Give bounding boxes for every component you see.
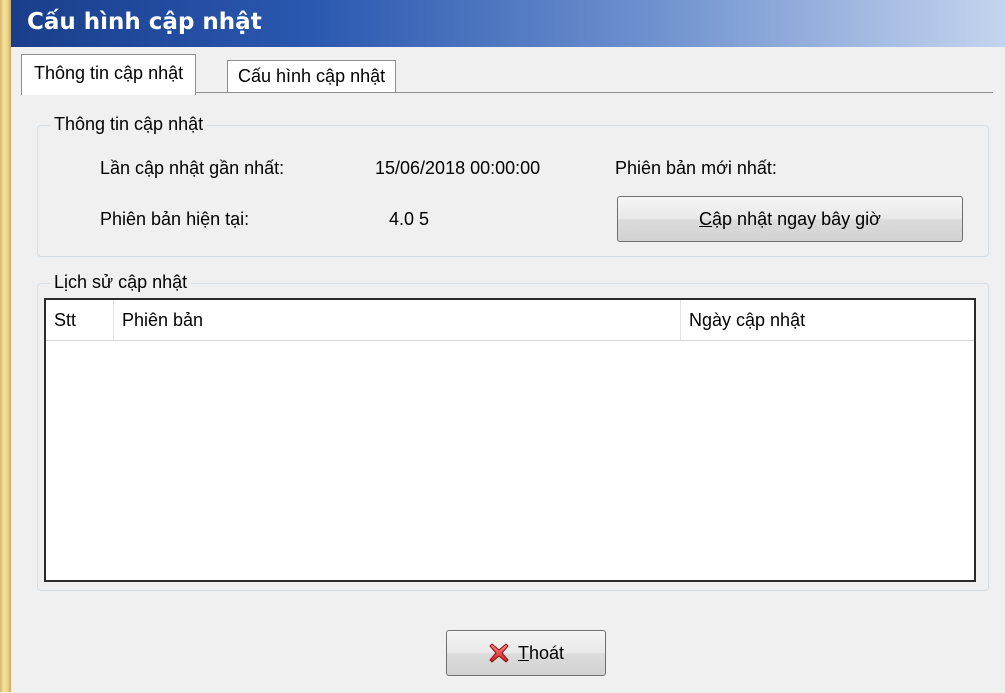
update-history-group: Lịch sử cập nhật Stt Phiên bản Ngày cập …: [37, 272, 989, 591]
column-header-version[interactable]: Phiên bản: [114, 300, 681, 340]
column-header-update-date[interactable]: Ngày cập nhật: [681, 300, 974, 340]
update-history-group-title: Lịch sử cập nhật: [50, 272, 192, 293]
tab-panel-update-info: Thông tin cập nhật Lần cập nhật gần nhất…: [21, 92, 993, 693]
current-version-label: Phiên bản hiện tại:: [100, 209, 250, 229]
title-bar[interactable]: Cấu hình cập nhật: [11, 0, 1005, 47]
update-history-list[interactable]: Stt Phiên bản Ngày cập nhật: [44, 298, 976, 582]
current-version-value: 4.0 5: [389, 209, 430, 229]
list-header: Stt Phiên bản Ngày cập nhật: [46, 300, 974, 341]
column-header-stt[interactable]: Stt: [46, 300, 114, 340]
latest-version-label: Phiên bản mới nhất:: [615, 158, 777, 178]
last-update-value: 15/06/2018 00:00:00: [375, 158, 541, 178]
update-now-button-label: Cập nhật ngay bây giờ: [699, 208, 881, 229]
window-title: Cấu hình cập nhật: [27, 9, 262, 35]
list-body: [46, 341, 974, 580]
update-config-window: Cấu hình cập nhật Thông tin cập nhật Cấu…: [11, 0, 1005, 693]
last-update-label: Lần cập nhật gần nhất:: [100, 158, 285, 178]
update-now-button[interactable]: Cập nhật ngay bây giờ: [617, 196, 963, 242]
close-icon: [488, 642, 510, 664]
exit-button-label: Thoát: [517, 642, 565, 663]
window-frame-edge: [0, 0, 11, 692]
update-info-group-title: Thông tin cập nhật: [50, 114, 208, 135]
tab-update-config[interactable]: Cấu hình cập nhật: [227, 60, 397, 92]
update-info-group: Thông tin cập nhật Lần cập nhật gần nhất…: [37, 114, 989, 257]
exit-button[interactable]: Thoát: [446, 630, 606, 676]
tab-update-info[interactable]: Thông tin cập nhật: [21, 54, 197, 95]
